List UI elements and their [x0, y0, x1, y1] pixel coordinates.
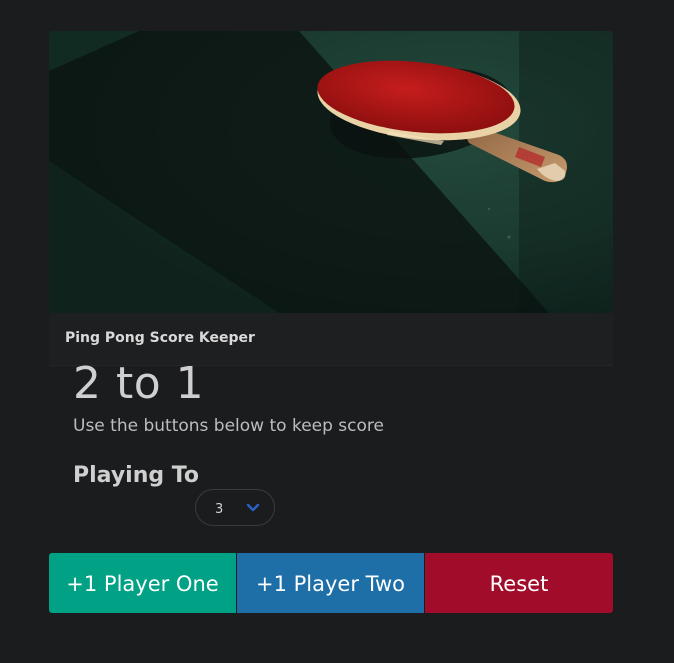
add-point-player-two-button[interactable]: +1 Player Two — [237, 553, 424, 613]
reset-button[interactable]: Reset — [425, 553, 613, 613]
button-group: +1 Player One +1 Player Two Reset — [49, 31, 613, 613]
add-point-player-one-button[interactable]: +1 Player One — [49, 553, 236, 613]
